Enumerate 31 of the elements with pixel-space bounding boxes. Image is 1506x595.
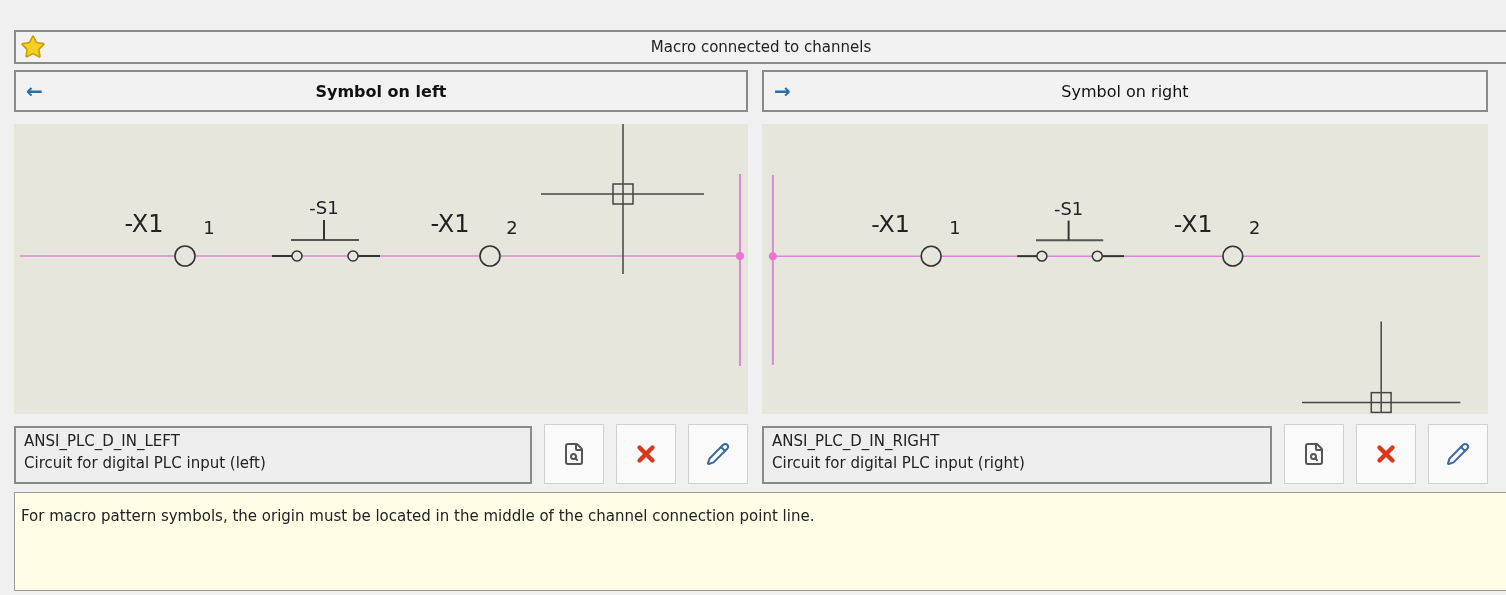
terminal-label: -X1 <box>124 210 164 238</box>
section-title: Macro connected to channels <box>649 38 873 56</box>
macro-field[interactable]: ANSI_PLC_D_IN_RIGHT Circuit for digital PLC input (right) <box>762 426 1272 484</box>
terminal-label: -X1 <box>1173 210 1213 239</box>
arrow-icon: → <box>774 79 804 103</box>
symbol-side-tab[interactable]: ← Symbol on left <box>14 70 748 112</box>
tab-label: Symbol on right <box>1060 81 1190 101</box>
edit-button[interactable] <box>1428 424 1488 484</box>
symbol-side-tab[interactable]: → Symbol on right <box>762 70 1488 112</box>
star-icon <box>20 34 46 60</box>
pencil-icon <box>1446 442 1470 466</box>
terminal-label: -X1 <box>871 210 910 239</box>
arrow-icon: ← <box>26 79 56 103</box>
device-label: -S1 <box>309 197 339 218</box>
delete-button[interactable] <box>1356 424 1416 484</box>
preview-icon <box>1302 442 1326 466</box>
delete-button[interactable] <box>616 424 676 484</box>
device-label: -S1 <box>1054 197 1084 219</box>
edit-button[interactable] <box>688 424 748 484</box>
info-message: For macro pattern symbols, the origin must be located in the middle of the channel connection point line. <box>14 492 1506 591</box>
preview-button[interactable] <box>1284 424 1344 484</box>
preview-icon <box>562 442 586 466</box>
pin-number: 1 <box>949 217 961 239</box>
pin-number: 2 <box>1248 217 1261 239</box>
macro-field[interactable]: ANSI_PLC_D_IN_LEFT Circuit for digital PLC input (left) <box>14 426 532 484</box>
preview-button[interactable] <box>544 424 604 484</box>
pin-number: 1 <box>203 217 215 238</box>
pencil-icon <box>706 442 730 466</box>
tab-label: Symbol on left <box>314 81 448 101</box>
terminal-label: -X1 <box>430 210 470 238</box>
pin-number: 2 <box>506 217 518 238</box>
